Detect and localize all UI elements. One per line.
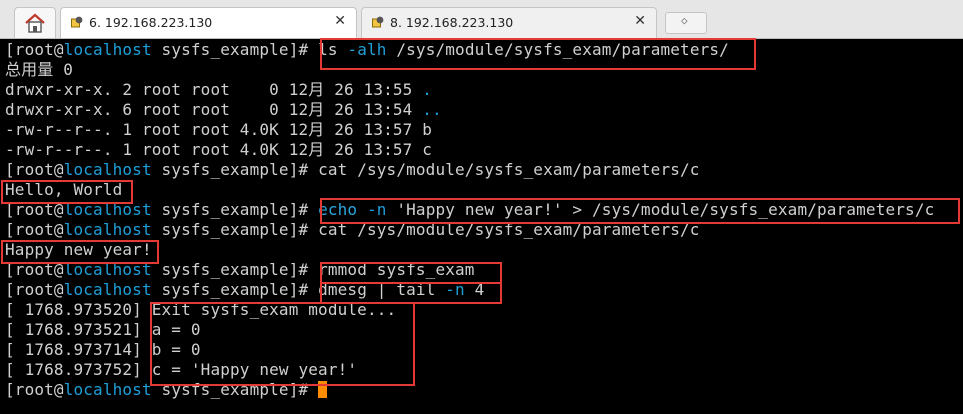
terminal-line: Hello, World	[5, 180, 123, 199]
terminal-line: drwxr-xr-x. 6 root root 0 12月 26 13:54 .…	[5, 100, 442, 119]
highlight-box	[1, 180, 133, 204]
tab-label: 8. 192.168.223.130	[390, 15, 514, 30]
prompt-host: localhost	[63, 380, 152, 399]
terminal-line: [ 1768.973752] c = 'Happy new year!'	[5, 360, 358, 379]
tab-session-8[interactable]: 8. 192.168.223.130 ✕	[361, 7, 657, 38]
tab-label: 6. 192.168.223.130	[89, 15, 213, 30]
terminal-line: drwxr-xr-x. 2 root root 0 12月 26 13:55 .	[5, 80, 433, 99]
home-button[interactable]	[14, 7, 56, 38]
terminal-line: [ 1768.973714] b = 0	[5, 340, 201, 359]
prompt-host: localhost	[63, 40, 152, 59]
highlight-box	[1, 240, 159, 264]
terminal-line: -rw-r--r--. 1 root root 4.0K 12月 26 13:5…	[5, 140, 433, 159]
dir-entry: ..	[422, 100, 442, 119]
terminal-prompt-line[interactable]: [root@localhost sysfs_example]#	[5, 380, 960, 400]
terminal-line: [ 1768.973521] a = 0	[5, 320, 201, 339]
prompt-host: localhost	[63, 220, 152, 239]
dir-entry: .	[422, 80, 433, 99]
highlight-box	[320, 282, 502, 304]
command-text: cat /sys/module/sysfs_exam/parameters/c	[318, 160, 700, 179]
new-tab-button[interactable]: ◇	[665, 12, 707, 34]
tab-session-6[interactable]: 6. 192.168.223.130 ✕	[60, 7, 357, 38]
terminal-line: -rw-r--r--. 1 root root 4.0K 12月 26 13:5…	[5, 120, 433, 139]
highlight-box	[150, 302, 415, 386]
session-icon	[71, 16, 83, 28]
highlight-box	[320, 38, 756, 70]
close-icon[interactable]: ✕	[334, 13, 346, 29]
plus-icon: ◇	[681, 14, 688, 27]
highlight-box	[320, 198, 960, 224]
close-icon[interactable]: ✕	[634, 13, 646, 29]
prompt-host: localhost	[63, 160, 152, 179]
prompt-host: localhost	[63, 280, 152, 299]
terminal-line: [root@localhost sysfs_example]# cat /sys…	[5, 160, 700, 179]
home-icon	[25, 13, 45, 33]
tab-bar: 6. 192.168.223.130 ✕ 8. 192.168.223.130 …	[0, 0, 963, 39]
highlight-box	[320, 262, 502, 284]
session-icon	[372, 16, 384, 28]
